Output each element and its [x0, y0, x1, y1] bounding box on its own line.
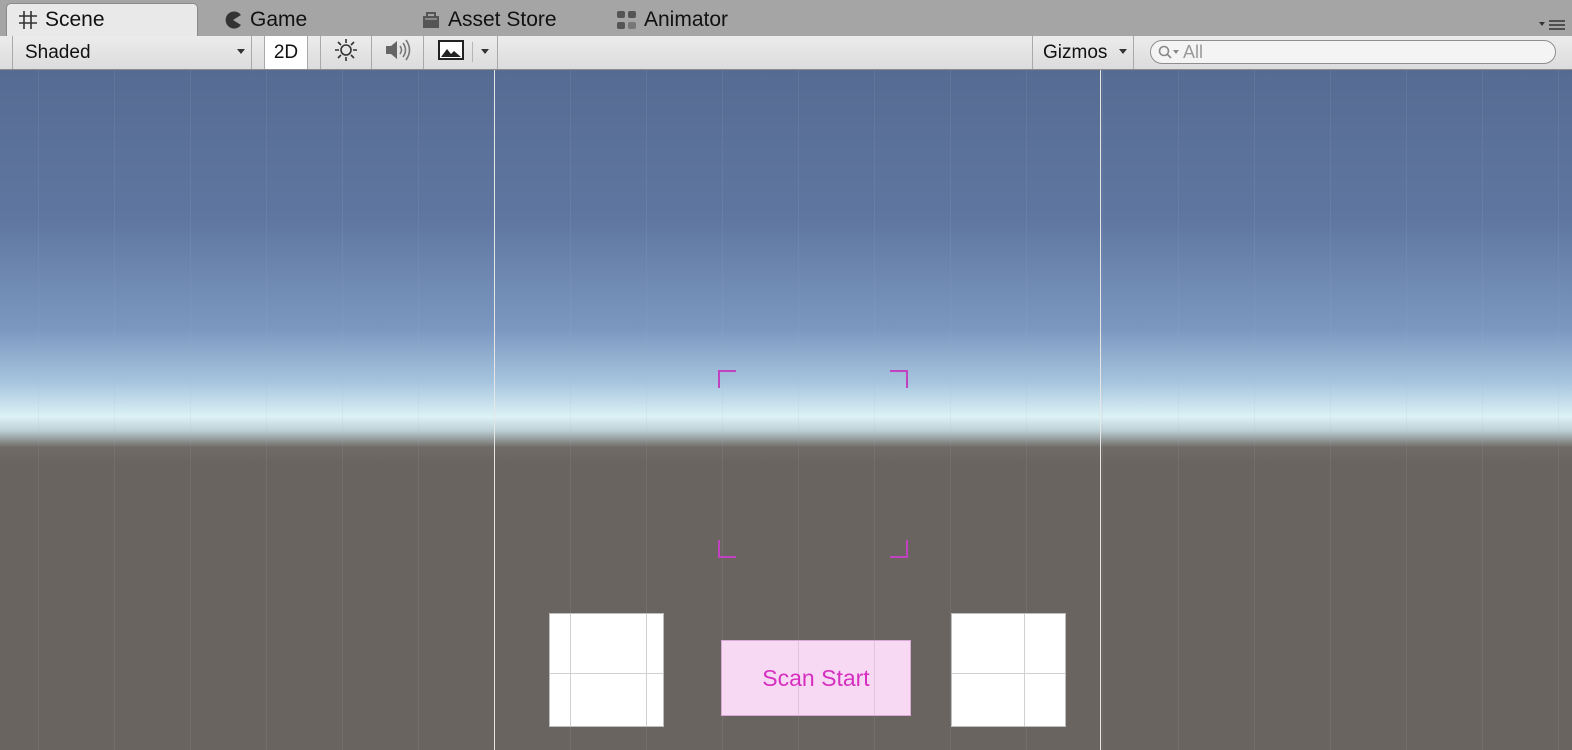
scene-toolbar: Shaded 2D Gizmos All — [0, 36, 1572, 70]
gizmos-label: Gizmos — [1043, 41, 1108, 63]
chevron-down-icon — [237, 49, 245, 54]
scene-viewport[interactable]: Scan Start — [0, 70, 1572, 750]
sun-icon — [334, 38, 358, 68]
scan-frame-corner — [718, 370, 736, 388]
grid-icon — [15, 7, 41, 33]
grid-line — [646, 614, 647, 726]
scene-audio-toggle[interactable] — [372, 36, 424, 69]
tab-animator[interactable]: Animator — [606, 3, 806, 36]
canvas-boundary-right — [1100, 70, 1101, 750]
grid-line — [952, 673, 1065, 674]
tab-bar: Scene Game Asset Store Animator — [0, 0, 1572, 36]
tab-label: Animator — [644, 7, 729, 31]
search-icon — [1157, 44, 1181, 60]
tab-label: Game — [250, 7, 308, 31]
tab-game[interactable]: Game — [212, 3, 392, 36]
tab-asset-store[interactable]: Asset Store — [410, 3, 600, 36]
scan-start-label: Scan Start — [762, 664, 870, 691]
image-panel-left — [549, 613, 664, 727]
shopping-bag-icon — [418, 7, 444, 33]
grid-line — [570, 614, 571, 726]
image-panel-right — [951, 613, 1066, 727]
divider — [472, 42, 473, 62]
animator-nodes-icon — [614, 7, 640, 33]
search-field[interactable]: All — [1150, 40, 1556, 64]
scene-effects-dropdown[interactable] — [424, 36, 498, 69]
chevron-down-icon — [481, 49, 489, 54]
toggle-2d-button[interactable]: 2D — [264, 36, 308, 69]
draw-mode-dropdown[interactable]: Shaded — [12, 36, 252, 69]
scene-lighting-toggle[interactable] — [320, 36, 372, 69]
tab-scene[interactable]: Scene — [6, 3, 198, 36]
scan-frame-corner — [890, 540, 908, 558]
gizmos-dropdown[interactable]: Gizmos — [1032, 36, 1134, 69]
search-placeholder: All — [1183, 41, 1204, 62]
panel-menu-icon[interactable] — [1538, 18, 1566, 32]
tab-label: Scene — [45, 8, 105, 31]
tab-label: Asset Store — [448, 7, 557, 31]
chevron-down-icon — [1119, 49, 1127, 54]
image-icon — [438, 39, 464, 66]
scan-start-button[interactable]: Scan Start — [721, 640, 911, 716]
grid-line — [874, 641, 875, 715]
scan-frame-corner — [718, 540, 736, 558]
toggle-2d-label: 2D — [273, 41, 299, 63]
speaker-icon — [383, 38, 413, 68]
grid-line — [1024, 614, 1025, 726]
scan-frame-corner — [890, 370, 908, 388]
pacman-icon — [220, 7, 246, 33]
draw-mode-label: Shaded — [25, 41, 91, 63]
canvas-boundary-left — [494, 70, 495, 750]
